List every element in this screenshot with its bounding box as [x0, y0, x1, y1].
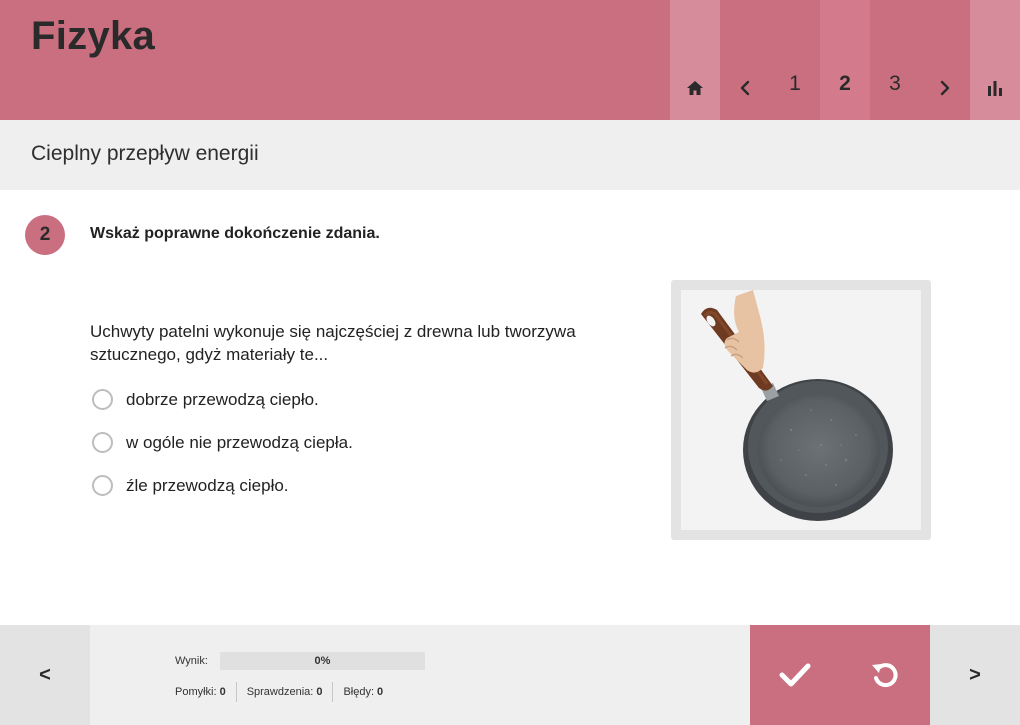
radio-button[interactable] — [92, 475, 113, 496]
reset-button[interactable] — [840, 625, 930, 725]
stat-value: 0 — [377, 686, 384, 698]
stat-mistakes: Pomyłki: 0 — [175, 682, 226, 702]
prev-button[interactable]: < — [0, 625, 90, 725]
check-answer-button[interactable] — [750, 625, 840, 725]
answer-option-label: źle przewodzą ciepło. — [126, 475, 289, 495]
radio-button[interactable] — [92, 432, 113, 453]
divider — [332, 682, 334, 702]
page-3-button[interactable]: 3 — [870, 0, 920, 120]
chevron-right-icon — [940, 80, 950, 96]
stat-checks: Sprawdzenia: 0 — [247, 682, 323, 702]
section-bar: Cieplny przepływ energii — [0, 120, 1020, 190]
section-title: Cieplny przepływ energii — [31, 142, 259, 165]
answer-option-3[interactable]: źle przewodzą ciepło. — [92, 464, 353, 507]
check-icon — [779, 663, 811, 687]
answer-option-2[interactable]: w ogóle nie przewodzą ciepła. — [92, 421, 353, 464]
stats-row: Pomyłki: 0 Sprawdzenia: 0 Błędy: 0 — [175, 682, 383, 702]
question-instruction: Wskaż poprawne dokończenie zdania. — [90, 225, 380, 242]
answer-option-label: w ogóle nie przewodzą ciepła. — [126, 432, 353, 452]
stat-label: Sprawdzenia: — [246, 686, 314, 698]
next-button[interactable]: > — [930, 625, 1020, 725]
score-label: Wynik: — [175, 655, 208, 667]
page-2-button[interactable]: 2 — [820, 0, 870, 120]
answer-option-label: dobrze przewodzą ciepło. — [126, 389, 319, 409]
radio-button[interactable] — [92, 389, 113, 410]
score-value: 0% — [314, 655, 331, 667]
page-navigation: 1 2 3 — [670, 0, 1020, 120]
prev-page-button[interactable] — [720, 0, 770, 120]
question-number-badge: 2 — [25, 215, 65, 255]
page-1-button[interactable]: 1 — [770, 0, 820, 120]
footer: < Wynik: 0% Pomyłki: 0 Sprawdzenia: 0 Bł… — [0, 625, 1020, 725]
answer-options: dobrze przewodzą ciepło. w ogóle nie prz… — [92, 378, 353, 507]
app-title: Fizyka — [31, 14, 156, 58]
score-progress-bar: 0% — [220, 652, 425, 670]
stat-label: Pomyłki: — [175, 686, 217, 698]
chevron-left-icon — [740, 80, 750, 96]
divider — [235, 682, 237, 702]
question-text: Uchwyty patelni wykonuje się najczęściej… — [90, 322, 576, 364]
home-button[interactable] — [670, 0, 720, 120]
frying-pan-image — [681, 290, 921, 530]
stat-label: Błędy: — [343, 686, 375, 698]
stat-errors: Błędy: 0 — [343, 682, 383, 702]
header: Fizyka 1 2 3 — [0, 0, 1020, 120]
reset-icon — [872, 663, 898, 688]
question-image-frame — [671, 280, 931, 540]
next-page-button[interactable] — [920, 0, 970, 120]
stats-button[interactable] — [970, 0, 1020, 120]
stat-value: 0 — [219, 686, 226, 698]
home-icon — [687, 81, 703, 95]
stat-value: 0 — [316, 686, 323, 698]
answer-option-1[interactable]: dobrze przewodzą ciepło. — [92, 378, 353, 421]
bar-chart-icon — [988, 81, 1002, 96]
